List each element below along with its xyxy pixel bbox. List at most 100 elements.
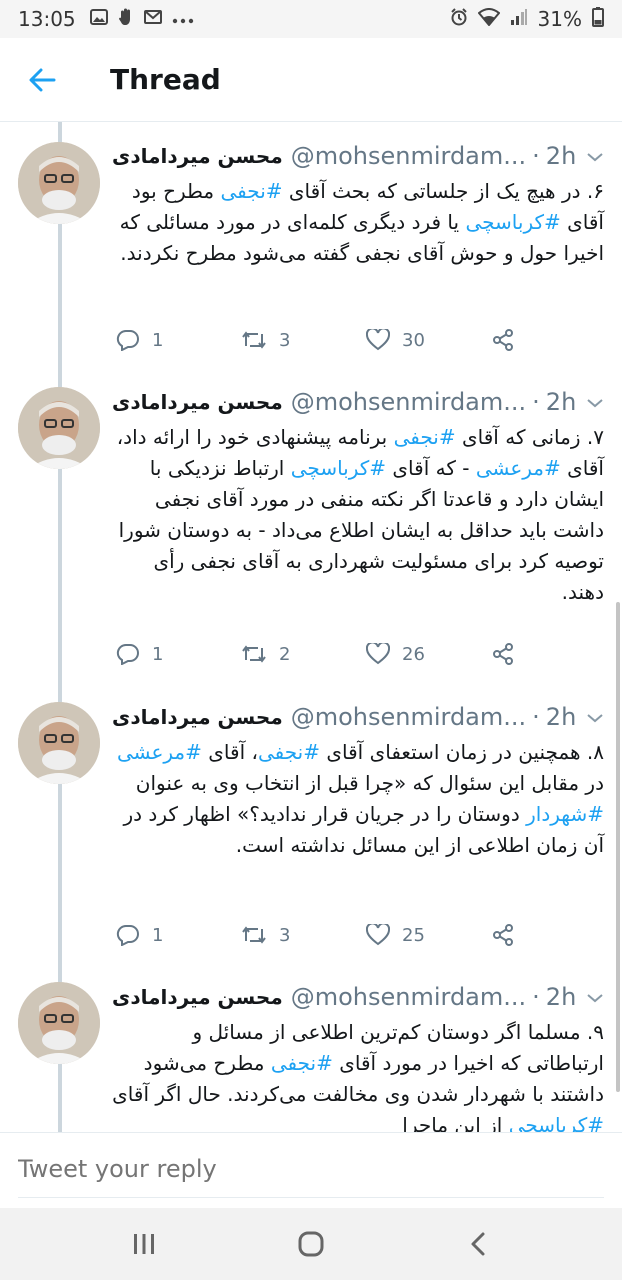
hashtag-link[interactable]: #کرباسچی <box>509 1113 604 1132</box>
status-time: 13:05 <box>18 7 76 31</box>
share-icon <box>493 329 513 351</box>
hashtag-link[interactable]: #نجفی <box>221 179 283 203</box>
reply-input[interactable] <box>18 1155 598 1183</box>
heart-icon <box>366 329 390 351</box>
tweet[interactable]: محسن میردامادی @mohsenmirdam... · 2h ۷. … <box>0 372 622 687</box>
timestamp: 2h <box>545 142 577 170</box>
heart-icon <box>366 643 390 665</box>
share-button[interactable] <box>491 328 536 352</box>
retweet-count: 3 <box>279 924 291 946</box>
share-icon <box>493 924 513 946</box>
timestamp: 2h <box>545 703 577 731</box>
reply-button[interactable]: 1 <box>116 924 241 946</box>
back-button[interactable] <box>0 38 84 122</box>
avatar[interactable] <box>18 387 100 469</box>
hand-icon <box>118 8 134 31</box>
hashtag-link[interactable]: #نجفی <box>258 740 320 764</box>
reply-composer <box>0 1132 622 1208</box>
chevron-left-icon <box>471 1232 485 1256</box>
reply-count: 1 <box>152 329 164 351</box>
chevron-down-icon[interactable] <box>586 392 604 413</box>
avatar[interactable] <box>18 142 100 224</box>
scrollbar[interactable] <box>616 602 620 1092</box>
timestamp: 2h <box>545 388 577 416</box>
chevron-down-icon[interactable] <box>586 987 604 1008</box>
retweet-button[interactable]: 2 <box>241 644 366 665</box>
separator-dot: · <box>532 142 540 170</box>
chevron-down-icon[interactable] <box>586 707 604 728</box>
tweet[interactable]: محسن میردامادی @mohsenmirdam... · 2h ۶. … <box>0 122 622 372</box>
home-icon <box>298 1231 324 1257</box>
like-button[interactable]: 25 <box>366 924 491 946</box>
user-handle[interactable]: @mohsenmirdam... <box>291 703 526 731</box>
tweet-text-segment: ، آقای <box>201 740 258 764</box>
hashtag-link[interactable]: #شهردار <box>526 802 604 826</box>
display-name[interactable]: محسن میردامادی <box>112 144 283 168</box>
reply-icon <box>116 924 139 946</box>
user-handle[interactable]: @mohsenmirdam... <box>291 142 526 170</box>
tweet-text: ۶. در هیچ یک از جلساتی که بحث آقای #نجفی… <box>112 176 604 269</box>
tweet-header: محسن میردامادی @mohsenmirdam... · 2h <box>112 382 604 422</box>
avatar[interactable] <box>18 702 100 784</box>
home-button[interactable] <box>266 1214 356 1274</box>
tweet-text: ۹. مسلما اگر دوستان کم‌ترین اطلاعی از مس… <box>112 1017 604 1132</box>
tweet[interactable]: محسن میردامادی @mohsenmirdam... · 2h ۸. … <box>0 687 622 967</box>
heart-icon <box>366 924 390 946</box>
display-name[interactable]: محسن میردامادی <box>112 390 283 414</box>
tweet-actions: 1 2 26 <box>116 634 536 674</box>
tweet-header: محسن میردامادی @mohsenmirdam... · 2h <box>112 136 604 176</box>
retweet-button[interactable]: 3 <box>241 925 366 946</box>
tweet-header: محسن میردامادی @mohsenmirdam... · 2h <box>112 977 604 1017</box>
reply-button[interactable]: 1 <box>116 643 241 665</box>
like-button[interactable]: 26 <box>366 643 491 665</box>
tweet-text-segment: ۶. در هیچ یک از جلساتی که بحث آقای <box>282 179 604 203</box>
avatar[interactable] <box>18 982 100 1064</box>
retweet-icon <box>242 331 266 349</box>
signal-icon <box>510 8 528 31</box>
user-handle[interactable]: @mohsenmirdam... <box>291 388 526 416</box>
tweet-text-segment: در مقابل این سئوال که «چرا قبل از انتخاب… <box>135 771 604 795</box>
tweet-actions: 1 3 30 <box>116 320 536 360</box>
recents-button[interactable] <box>99 1214 189 1274</box>
like-button[interactable]: 30 <box>366 329 491 351</box>
display-name[interactable]: محسن میردامادی <box>112 705 283 729</box>
reply-button[interactable]: 1 <box>116 329 241 351</box>
user-handle[interactable]: @mohsenmirdam... <box>291 983 526 1011</box>
hashtag-link[interactable]: #نجفی <box>394 425 456 449</box>
tweet-text: ۸. همچنین در زمان استعفای آقای #نجفی، آق… <box>112 737 604 861</box>
tweet[interactable]: محسن میردامادی @mohsenmirdam... · 2h ۹. … <box>0 967 622 1132</box>
wifi-icon <box>477 7 500 31</box>
separator-dot: · <box>532 983 540 1011</box>
tweet-text-segment: - که آقای <box>386 456 476 480</box>
thread-list[interactable]: محسن میردامادی @mohsenmirdam... · 2h ۶. … <box>0 122 622 1132</box>
chevron-down-icon[interactable] <box>586 146 604 167</box>
tweet-text-segment: ۸. همچنین در زمان استعفای آقای <box>319 740 604 764</box>
hashtag-link[interactable]: #نجفی <box>271 1051 333 1075</box>
hashtag-link[interactable]: #کرباسچی <box>291 456 386 480</box>
retweet-icon <box>242 926 266 944</box>
share-button[interactable] <box>491 923 536 947</box>
share-button[interactable] <box>491 642 536 666</box>
image-icon <box>89 8 108 30</box>
divider <box>18 1197 604 1198</box>
back-nav-button[interactable] <box>433 1214 523 1274</box>
share-icon <box>493 643 513 665</box>
hashtag-link[interactable]: #مرعشی <box>476 456 561 480</box>
reply-count: 1 <box>152 643 164 665</box>
reply-icon <box>116 643 139 665</box>
battery-icon <box>592 6 604 32</box>
hashtag-link[interactable]: #مرعشی <box>117 740 202 764</box>
recents-icon <box>133 1234 154 1254</box>
timestamp: 2h <box>545 983 577 1011</box>
tweet-text: ۷. زمانی که آقای #نجفی برنامه پیشنهادی خ… <box>112 422 604 608</box>
retweet-count: 3 <box>279 329 291 351</box>
alarm-icon <box>450 7 468 31</box>
app-bar: Thread <box>0 38 622 122</box>
hashtag-link[interactable]: #کرباسچی <box>465 210 560 234</box>
tweet-text-segment: از این ماجرا <box>402 1113 509 1132</box>
reply-icon <box>116 329 139 351</box>
retweet-button[interactable]: 3 <box>241 330 366 351</box>
retweet-count: 2 <box>279 643 291 665</box>
display-name[interactable]: محسن میردامادی <box>112 985 283 1009</box>
tweet-text-segment: ۷. زمانی که آقای <box>455 425 604 449</box>
